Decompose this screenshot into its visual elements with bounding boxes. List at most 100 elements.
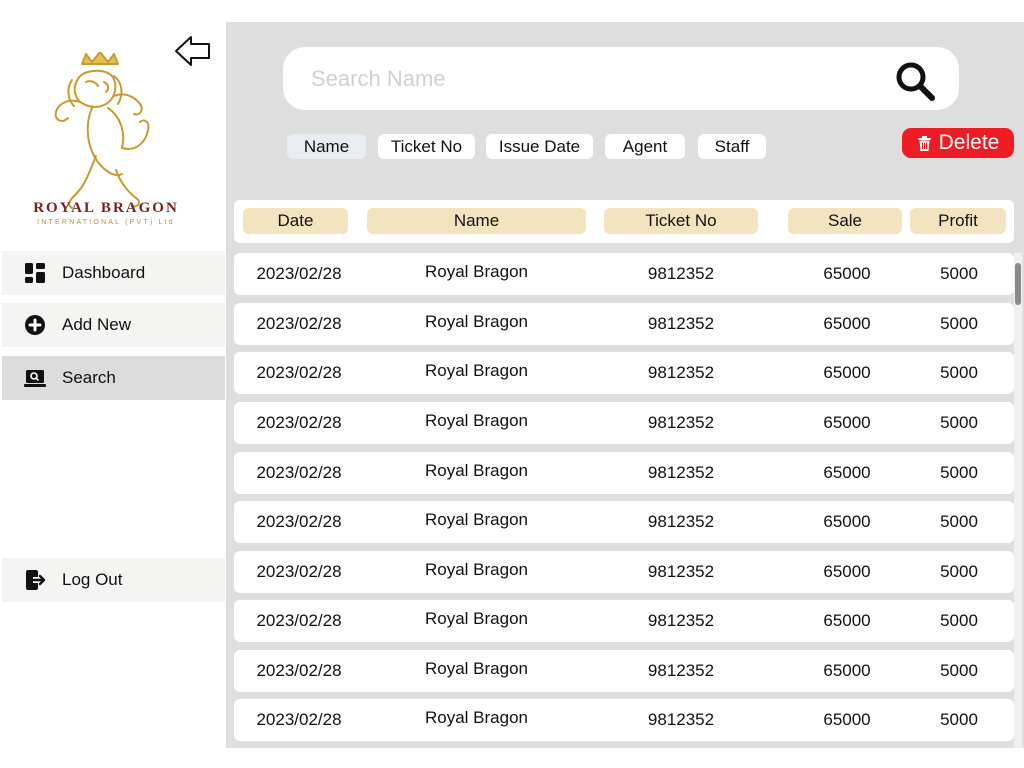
delete-label: Delete bbox=[938, 131, 1000, 154]
table-row[interactable]: 2023/02/28 Royal Bragon 9812352 65000 50… bbox=[234, 402, 1014, 444]
table-row[interactable]: 2023/02/28 Royal Bragon 9812352 65000 50… bbox=[234, 303, 1014, 345]
sidebar-item-label: Add New bbox=[62, 315, 131, 334]
scrollbar-thumb[interactable] bbox=[1015, 263, 1021, 305]
table-row[interactable]: 2023/02/28 Royal Bragon 9812352 65000 50… bbox=[234, 452, 1014, 494]
search-laptop-icon bbox=[24, 367, 46, 389]
cell-profit: 5000 bbox=[940, 363, 978, 382]
cell-ticket-no: 9812352 bbox=[647, 264, 715, 283]
table-row[interactable]: 2023/02/28 Royal Bragon 9812352 65000 50… bbox=[234, 253, 1014, 295]
cell-sale: 65000 bbox=[823, 611, 871, 630]
filter-staff[interactable]: Staff bbox=[698, 134, 766, 159]
column-header-ticket-no[interactable]: Ticket No bbox=[604, 208, 758, 234]
filter-ticket-no[interactable]: Ticket No bbox=[378, 134, 475, 159]
sidebar-item-label: Dashboard bbox=[62, 263, 146, 282]
table-row[interactable]: 2023/02/28 Royal Bragon 9812352 65000 50… bbox=[234, 501, 1014, 543]
filter-label: Issue Date bbox=[498, 136, 581, 156]
cell-sale: 65000 bbox=[823, 413, 871, 432]
table-row[interactable]: 2023/02/28 Royal Bragon 9812352 65000 50… bbox=[234, 699, 1014, 741]
cell-ticket-no: 9812352 bbox=[647, 512, 715, 531]
plus-circle-icon bbox=[24, 314, 46, 336]
column-header-sale[interactable]: Sale bbox=[788, 208, 902, 234]
cell-name: Royal Bragon bbox=[424, 411, 528, 430]
filter-label: Ticket No bbox=[390, 136, 463, 156]
table-row[interactable]: 2023/02/28 Royal Bragon 9812352 65000 50… bbox=[234, 650, 1014, 692]
column-header-profit[interactable]: Profit bbox=[910, 208, 1006, 234]
cell-name: Royal Bragon bbox=[424, 560, 528, 579]
cell-ticket-no: 9812352 bbox=[647, 611, 715, 630]
sidebar-item-dashboard[interactable]: Dashboard bbox=[2, 251, 225, 295]
cell-ticket-no: 9812352 bbox=[647, 562, 715, 581]
cell-ticket-no: 9812352 bbox=[647, 463, 715, 482]
delete-button[interactable]: Delete bbox=[902, 128, 1014, 158]
cell-profit: 5000 bbox=[940, 463, 978, 482]
cell-date: 2023/02/28 bbox=[256, 264, 342, 283]
trash-icon bbox=[917, 135, 932, 152]
cell-sale: 65000 bbox=[823, 463, 871, 482]
cell-name: Royal Bragon bbox=[424, 361, 528, 380]
cell-date: 2023/02/28 bbox=[256, 611, 342, 630]
brand-subtitle: INTERNATIONAL (PVT) Ltd bbox=[37, 219, 175, 226]
cell-ticket-no: 9812352 bbox=[647, 661, 715, 680]
table-row[interactable]: 2023/02/28 Royal Bragon 9812352 65000 50… bbox=[234, 352, 1014, 394]
filter-name[interactable]: Name bbox=[287, 134, 366, 159]
search-bar bbox=[283, 47, 959, 110]
cell-ticket-no: 9812352 bbox=[647, 413, 715, 432]
cell-date: 2023/02/28 bbox=[256, 661, 342, 680]
column-header-name[interactable]: Name bbox=[367, 208, 586, 234]
cell-date: 2023/02/28 bbox=[256, 463, 342, 482]
table-header: Date Name Ticket No Sale Profit bbox=[234, 200, 1014, 243]
cell-name: Royal Bragon bbox=[424, 510, 528, 529]
cell-date: 2023/02/28 bbox=[256, 314, 342, 333]
cell-profit: 5000 bbox=[940, 264, 978, 283]
sidebar-item-add-new[interactable]: Add New bbox=[2, 303, 225, 347]
dashboard-grid-icon bbox=[24, 262, 46, 284]
table-body: 2023/02/28 Royal Bragon 9812352 65000 50… bbox=[234, 253, 1014, 748]
sidebar-item-search[interactable]: Search bbox=[2, 356, 225, 400]
cell-ticket-no: 9812352 bbox=[647, 363, 715, 382]
filter-label: Staff bbox=[714, 136, 750, 156]
cell-sale: 65000 bbox=[823, 363, 871, 382]
cell-date: 2023/02/28 bbox=[256, 413, 342, 432]
cell-sale: 65000 bbox=[823, 562, 871, 581]
cell-date: 2023/02/28 bbox=[256, 363, 342, 382]
cell-profit: 5000 bbox=[940, 611, 978, 630]
cell-sale: 65000 bbox=[823, 710, 871, 729]
sidebar-item-label: Log Out bbox=[62, 570, 123, 589]
brand-block: ROYAL BRAGON INTERNATIONAL (PVT) Ltd bbox=[16, 200, 196, 226]
cell-name: Royal Bragon bbox=[424, 659, 528, 678]
filter-label: Agent bbox=[622, 136, 668, 156]
cell-name: Royal Bragon bbox=[424, 461, 528, 480]
table-row[interactable]: 2023/02/28 Royal Bragon 9812352 65000 50… bbox=[234, 551, 1014, 593]
filter-issue-date[interactable]: Issue Date bbox=[486, 134, 593, 159]
filter-label: Name bbox=[303, 136, 350, 156]
cell-ticket-no: 9812352 bbox=[647, 710, 715, 729]
cell-sale: 65000 bbox=[823, 314, 871, 333]
table-scrollbar[interactable] bbox=[1014, 253, 1022, 748]
cell-sale: 65000 bbox=[823, 512, 871, 531]
logout-icon bbox=[24, 569, 46, 591]
cell-date: 2023/02/28 bbox=[256, 562, 342, 581]
cell-sale: 65000 bbox=[823, 264, 871, 283]
cell-name: Royal Bragon bbox=[424, 609, 528, 628]
cell-name: Royal Bragon bbox=[424, 262, 528, 281]
cell-profit: 5000 bbox=[940, 562, 978, 581]
cell-date: 2023/02/28 bbox=[256, 512, 342, 531]
cell-name: Royal Bragon bbox=[424, 708, 528, 727]
cell-date: 2023/02/28 bbox=[256, 710, 342, 729]
table-row[interactable]: 2023/02/28 Royal Bragon 9812352 65000 50… bbox=[234, 600, 1014, 642]
cell-profit: 5000 bbox=[940, 314, 978, 333]
cell-profit: 5000 bbox=[940, 512, 978, 531]
search-input[interactable] bbox=[309, 64, 873, 93]
cell-profit: 5000 bbox=[940, 710, 978, 729]
cell-profit: 5000 bbox=[940, 413, 978, 432]
filter-agent[interactable]: Agent bbox=[605, 134, 685, 159]
column-header-date[interactable]: Date bbox=[243, 208, 348, 234]
cell-sale: 65000 bbox=[823, 661, 871, 680]
cell-ticket-no: 9812352 bbox=[647, 314, 715, 333]
cell-name: Royal Bragon bbox=[424, 312, 528, 331]
search-icon[interactable] bbox=[893, 59, 937, 103]
sidebar-item-log-out[interactable]: Log Out bbox=[2, 558, 225, 602]
brand-name: ROYAL BRAGON bbox=[33, 200, 179, 216]
cell-profit: 5000 bbox=[940, 661, 978, 680]
sidebar-item-label: Search bbox=[62, 368, 116, 387]
